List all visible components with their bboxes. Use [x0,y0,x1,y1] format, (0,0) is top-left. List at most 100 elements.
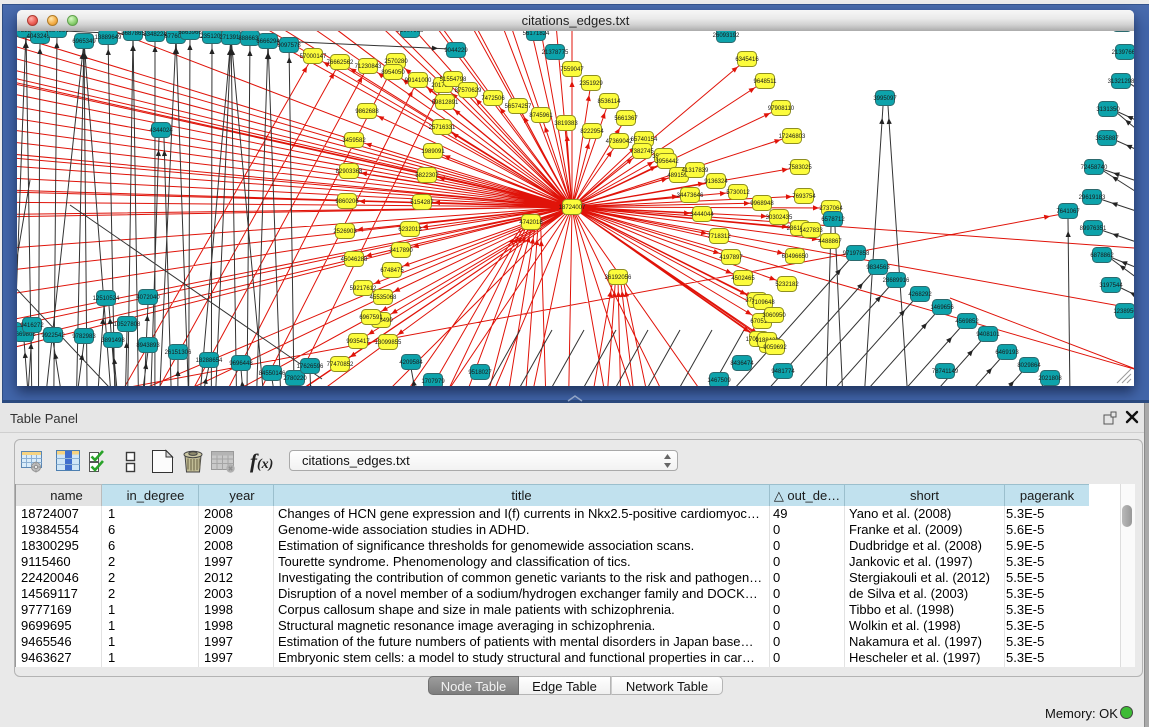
svg-text:18724007: 18724007 [559,205,586,211]
svg-text:3417890: 3417890 [389,248,413,254]
svg-text:2021808: 2021808 [1038,376,1062,382]
svg-text:8536114: 8536114 [598,99,622,105]
svg-text:45535068: 45535068 [370,295,397,301]
svg-text:87570629: 87570629 [455,88,482,94]
svg-text:3060950: 3060950 [762,313,786,319]
svg-text:9684536: 9684536 [45,31,69,34]
svg-text:26151306: 26151306 [165,350,192,356]
svg-text:6469193: 6469193 [995,350,1019,356]
svg-text:13099855: 13099855 [375,340,402,346]
svg-text:72458740: 72458740 [1081,165,1108,171]
svg-text:9408101: 9408101 [976,332,1000,338]
svg-text:3995097: 3995097 [873,96,897,102]
svg-text:4569852: 4569852 [955,319,979,325]
svg-text:21378775: 21378775 [542,50,569,56]
svg-text:3819383: 3819383 [554,121,578,127]
svg-text:8029864: 8029864 [1017,363,1041,369]
svg-text:69812891: 69812891 [432,100,459,106]
svg-text:56171824: 56171824 [523,31,550,37]
svg-text:8222954: 8222954 [580,129,604,135]
svg-text:8954050: 8954050 [381,70,405,76]
svg-text:65740154: 65740154 [631,137,658,143]
svg-text:5154287: 5154287 [410,200,434,206]
svg-text:6748475: 6748475 [380,268,404,274]
svg-text:9059692: 9059692 [763,345,787,351]
svg-text:89976351: 89976351 [1080,226,1107,232]
svg-text:9935417: 9935417 [346,339,370,345]
svg-text:8745961: 8745961 [529,113,553,119]
svg-text:77470852: 77470852 [327,362,354,368]
svg-text:12510524: 12510524 [93,296,120,302]
svg-text:7559047: 7559047 [560,67,584,73]
svg-text:1989091: 1989091 [421,149,445,155]
svg-text:9782983: 9782983 [72,334,96,340]
svg-text:9416272: 9416272 [20,323,44,329]
svg-text:9834563: 9834563 [866,265,890,271]
svg-text:6965349: 6965349 [72,39,96,45]
svg-text:2526903: 2526903 [333,229,357,235]
svg-text:7583025: 7583025 [788,165,812,171]
svg-text:47369042: 47369042 [606,139,633,145]
svg-text:2351929: 2351929 [579,81,603,87]
svg-text:31321298: 31321298 [1108,79,1134,85]
svg-text:5822307: 5822307 [415,173,439,179]
svg-text:45046288: 45046288 [341,257,368,263]
svg-text:56574257: 56574257 [505,104,532,110]
svg-text:21397668: 21397668 [1112,50,1134,56]
svg-text:84550146: 84550146 [259,371,286,377]
svg-text:9136324: 9136324 [704,179,728,185]
svg-text:13889649: 13889649 [95,35,122,41]
svg-text:9481774: 9481774 [771,369,795,375]
svg-text:7109648: 7109648 [751,300,775,306]
svg-text:1238956: 1238956 [1113,309,1134,315]
svg-text:99141000: 99141000 [405,78,432,84]
svg-text:10527808: 10527808 [114,322,141,328]
svg-text:5232182: 5232182 [775,282,799,288]
svg-text:91907998: 91907998 [397,31,424,34]
svg-text:60496650: 60496650 [782,254,809,260]
svg-text:78741149: 78741149 [932,369,959,375]
svg-text:3459582: 3459582 [342,138,366,144]
svg-text:5661367: 5661367 [614,116,638,122]
svg-text:7641067: 7641067 [1056,209,1080,215]
svg-text:6967591: 6967591 [359,315,383,321]
svg-text:26093192: 26093192 [713,33,740,39]
svg-text:2780220: 2780220 [283,376,307,382]
svg-text:4742018: 4742018 [519,220,543,226]
svg-text:25716331: 25716331 [429,125,456,131]
svg-text:1707979: 1707979 [421,379,445,385]
svg-text:29619183: 29619183 [1079,195,1106,201]
svg-text:6578712: 6578712 [821,217,845,223]
svg-text:4072040: 4072040 [136,295,160,301]
svg-text:97197858: 97197858 [843,251,870,257]
svg-text:8436474: 8436474 [730,361,754,367]
svg-text:36192056: 36192056 [605,275,632,281]
svg-text:7693754: 7693754 [792,194,816,200]
svg-text:1469656: 1469656 [930,305,954,311]
svg-text:3891498: 3891498 [101,338,125,344]
svg-text:6345416: 6345416 [735,57,759,63]
svg-text:71230843: 71230843 [355,64,382,70]
svg-text:7382745: 7382745 [630,149,654,155]
svg-text:3444044: 3444044 [690,212,714,218]
svg-text:3197544: 3197544 [1099,283,1123,289]
svg-text:17626596: 17626596 [297,364,324,370]
svg-text:9696448: 9696448 [229,361,253,367]
svg-text:4268292: 4268292 [908,292,932,298]
svg-text:7718312: 7718312 [707,234,731,240]
svg-text:97908110: 97908110 [768,106,795,112]
svg-text:17246803: 17246803 [779,134,806,140]
svg-text:4488867: 4488867 [818,239,842,245]
svg-text:9862688: 9862688 [355,109,379,115]
svg-text:4197897: 4197897 [719,255,743,261]
svg-text:76662562: 76662562 [327,60,354,66]
svg-text:30302435: 30302435 [766,215,793,221]
svg-text:6863966: 6863966 [178,31,202,36]
svg-text:3131350: 3131350 [1096,107,1120,113]
svg-text:28689916: 28689916 [883,278,910,284]
svg-text:5687865: 5687865 [121,31,145,37]
svg-text:57000147: 57000147 [300,54,327,60]
svg-text:9097578: 9097578 [277,43,301,49]
svg-text:6878862: 6878862 [1090,253,1114,259]
svg-text:4502465: 4502465 [731,276,755,282]
